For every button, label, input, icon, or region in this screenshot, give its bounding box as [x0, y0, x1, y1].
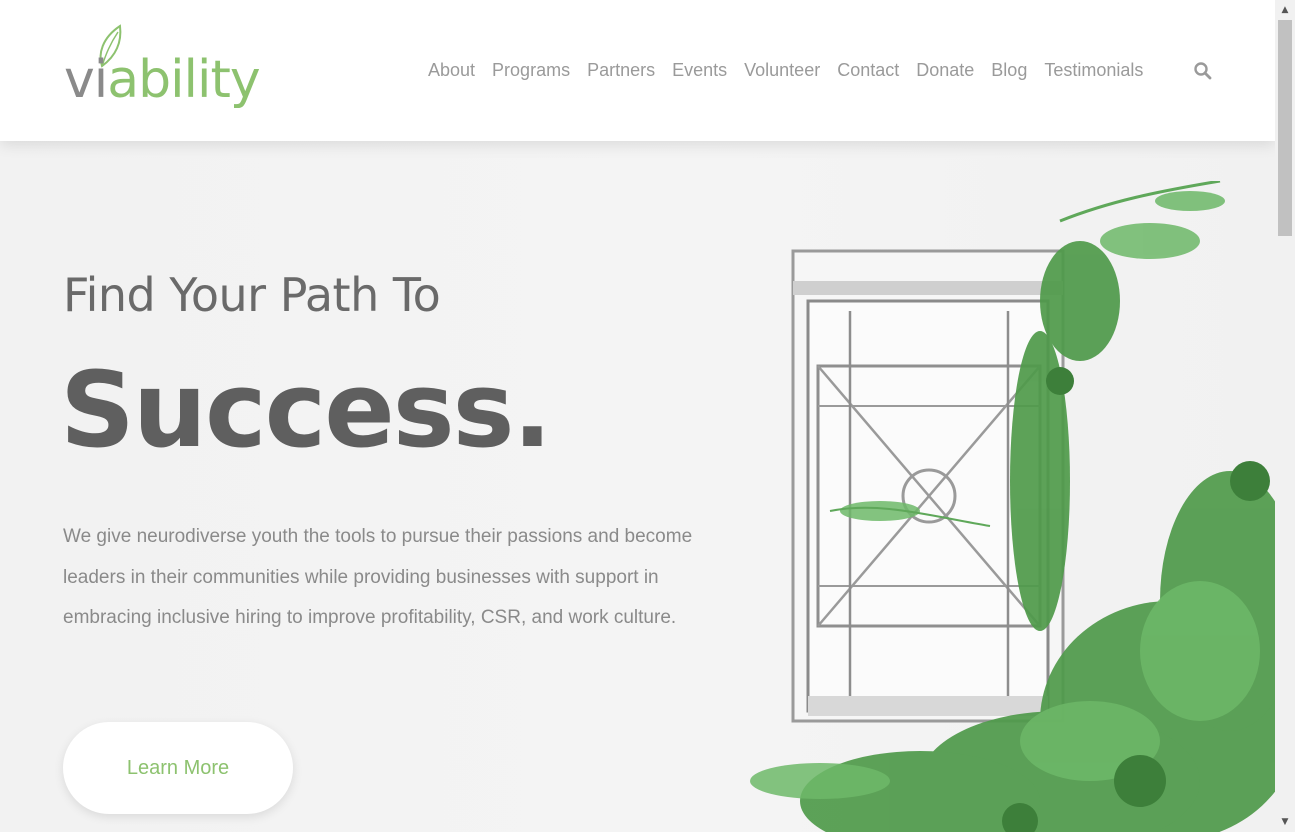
nav-events[interactable]: Events: [672, 60, 727, 81]
learn-more-button[interactable]: Learn More: [63, 722, 293, 814]
logo-part-vi: vi: [64, 50, 108, 110]
scroll-thumb[interactable]: [1278, 20, 1292, 236]
logo-wordmark: viability: [64, 54, 261, 106]
scroll-down-arrow-icon[interactable]: ▼: [1275, 812, 1295, 832]
nav-partners[interactable]: Partners: [587, 60, 655, 81]
nav-donate[interactable]: Donate: [916, 60, 974, 81]
search-icon[interactable]: [1193, 61, 1213, 81]
logo[interactable]: viability: [62, 24, 272, 116]
hero-title: Success.: [60, 349, 552, 471]
nav-blog[interactable]: Blog: [991, 60, 1027, 81]
nav-about[interactable]: About: [428, 60, 475, 81]
site-header: viability About Programs Partners Events…: [0, 0, 1275, 141]
nav-testimonials[interactable]: Testimonials: [1044, 60, 1143, 81]
window-ivy-image: [750, 181, 1275, 832]
nav-programs[interactable]: Programs: [492, 60, 570, 81]
hero-section: Find Your Path To Success. We give neuro…: [0, 141, 1275, 832]
nav-contact[interactable]: Contact: [837, 60, 899, 81]
scrollbar[interactable]: ▲ ▼: [1275, 0, 1295, 832]
hero-subtitle: Find Your Path To: [63, 268, 441, 322]
hero-description: We give neurodiverse youth the tools to …: [63, 526, 693, 628]
main-nav: About Programs Partners Events Volunteer…: [428, 60, 1160, 81]
nav-volunteer[interactable]: Volunteer: [744, 60, 820, 81]
logo-part-ability: ability: [107, 50, 260, 110]
scroll-up-arrow-icon[interactable]: ▲: [1275, 0, 1295, 20]
